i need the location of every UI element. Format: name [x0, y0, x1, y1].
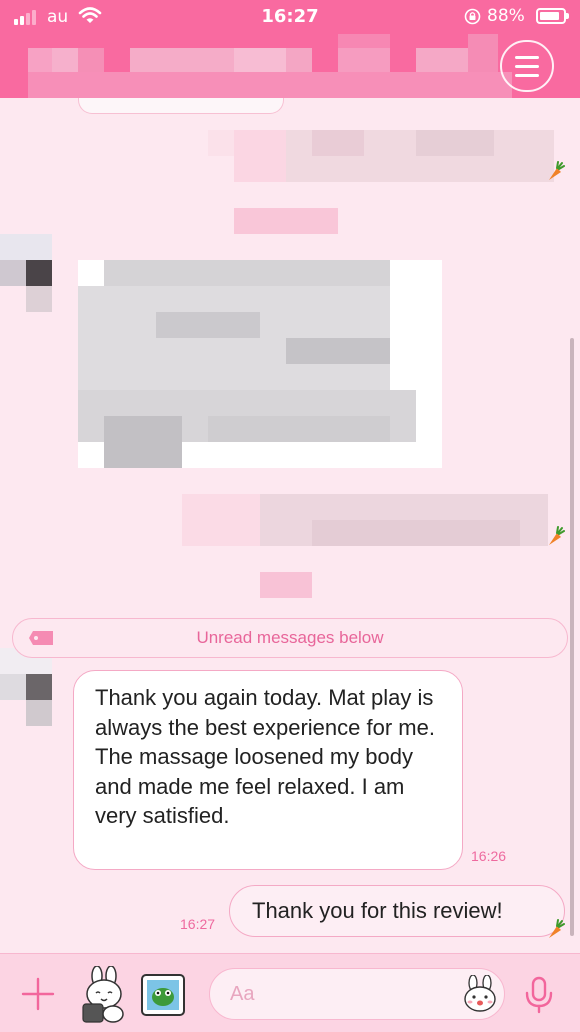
message-input[interactable]	[209, 968, 505, 1020]
incoming-message-text: Thank you again today. Mat play is alway…	[95, 685, 435, 828]
carrot-read-icon	[549, 161, 565, 180]
chat-area[interactable]: Unread messages below Thank you again to…	[0, 98, 580, 953]
carrot-read-icon	[549, 526, 565, 545]
message-text-field[interactable]	[230, 979, 450, 1009]
sticker-icon[interactable]	[75, 966, 131, 1024]
incoming-message-bubble[interactable]: Thank you again today. Mat play is alway…	[73, 670, 463, 870]
orientation-lock-icon	[464, 8, 481, 25]
outgoing-message-time: 16:27	[180, 916, 216, 932]
status-bar: au 16:27 88%	[0, 0, 580, 34]
unread-divider: Unread messages below	[12, 618, 568, 658]
unread-divider-label: Unread messages below	[196, 628, 384, 647]
microphone-icon[interactable]	[524, 976, 554, 1014]
message-input-bar	[0, 953, 580, 1032]
tag-icon	[29, 631, 53, 645]
photo-icon[interactable]	[140, 973, 186, 1017]
incoming-message-time: 16:26	[471, 848, 507, 864]
outgoing-message-bubble[interactable]: Thank you for this review!	[229, 885, 565, 937]
plus-icon[interactable]	[20, 976, 56, 1012]
scrollbar[interactable]	[570, 338, 574, 936]
emoji-icon[interactable]	[462, 975, 498, 1013]
chat-header	[0, 34, 580, 98]
battery-percent: 88%	[487, 6, 525, 26]
carrot-read-icon	[549, 919, 565, 938]
battery-icon	[536, 8, 569, 24]
outgoing-message-text: Thank you for this review!	[252, 898, 503, 923]
menu-button[interactable]	[500, 40, 554, 92]
